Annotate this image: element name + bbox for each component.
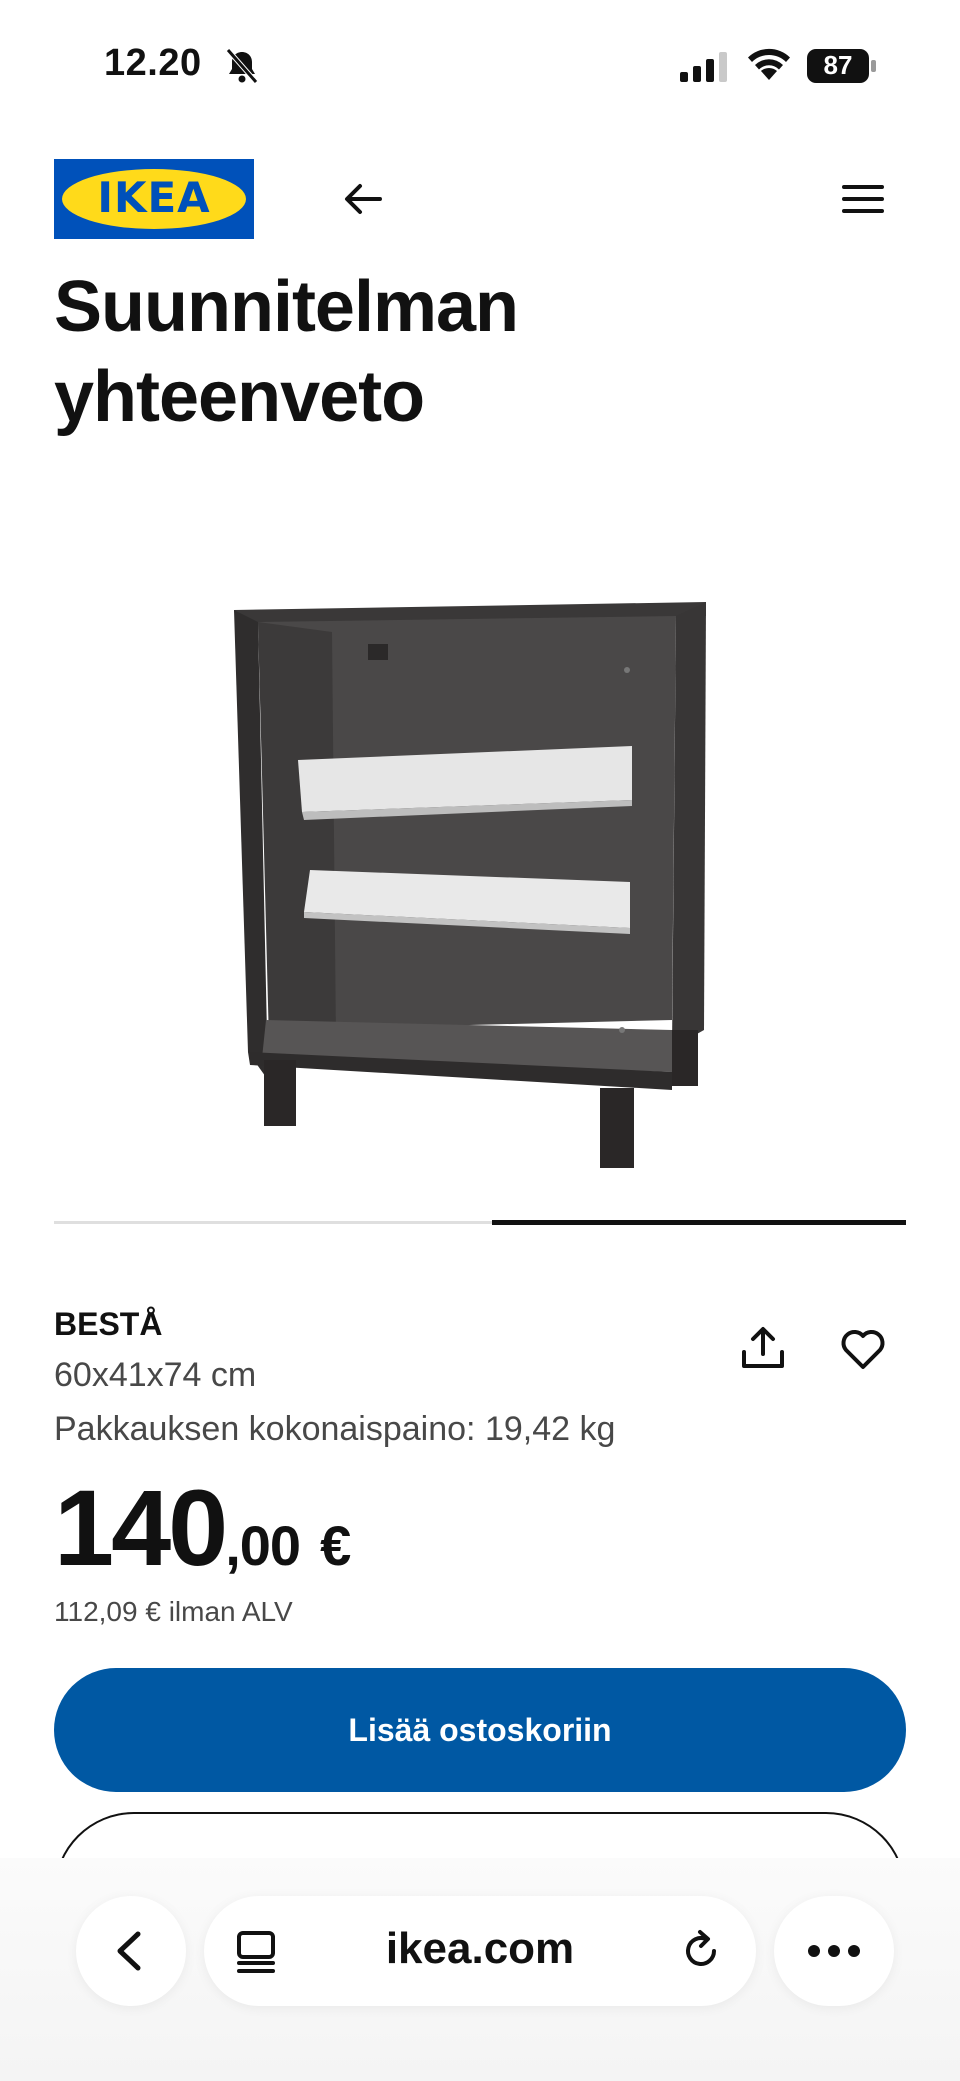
logo-text: IKEA — [97, 173, 211, 222]
add-to-cart-label: Lisää ostoskoriin — [348, 1711, 612, 1748]
ikea-logo[interactable]: IKEA — [54, 159, 254, 239]
battery-icon: 87 — [806, 48, 878, 84]
price-decimals: ,00 — [225, 1514, 301, 1577]
price-currency: € — [320, 1514, 352, 1577]
signal-icon — [680, 52, 727, 82]
hamburger-menu-icon[interactable] — [838, 174, 888, 224]
arrow-left-icon[interactable] — [336, 172, 390, 226]
reader-icon[interactable] — [232, 1928, 280, 1976]
product-image[interactable] — [200, 560, 740, 1180]
price-excluding-vat: 112,09 € ilman ALV — [54, 1596, 293, 1627]
share-icon[interactable] — [736, 1322, 790, 1376]
status-time: 12.20 — [104, 42, 202, 84]
wifi-icon — [748, 48, 790, 80]
chevron-left-icon — [117, 1931, 141, 1971]
url-text[interactable]: ikea.com — [300, 1924, 660, 1974]
reload-icon[interactable] — [676, 1926, 726, 1976]
price: 140,00 € — [54, 1474, 351, 1582]
battery-level: 87 — [823, 50, 853, 80]
browser-back-button[interactable] — [76, 1896, 186, 2006]
heart-icon[interactable] — [836, 1322, 890, 1376]
product-name: BESTÅ — [54, 1306, 163, 1342]
product-dimensions: 60x41x74 cm — [54, 1356, 257, 1394]
product-weight: Pakkauksen kokonaispaino: 19,42 kg — [54, 1410, 616, 1448]
price-integer: 140 — [54, 1467, 228, 1588]
add-to-cart-button[interactable]: Lisää ostoskoriin — [54, 1668, 906, 1792]
bell-slash-icon — [226, 48, 258, 84]
more-button[interactable] — [774, 1896, 894, 2006]
carousel-active-indicator[interactable] — [492, 1220, 906, 1225]
page-title: Suunnitelman yhteenveto — [54, 267, 519, 437]
more-icon — [808, 1945, 860, 1957]
